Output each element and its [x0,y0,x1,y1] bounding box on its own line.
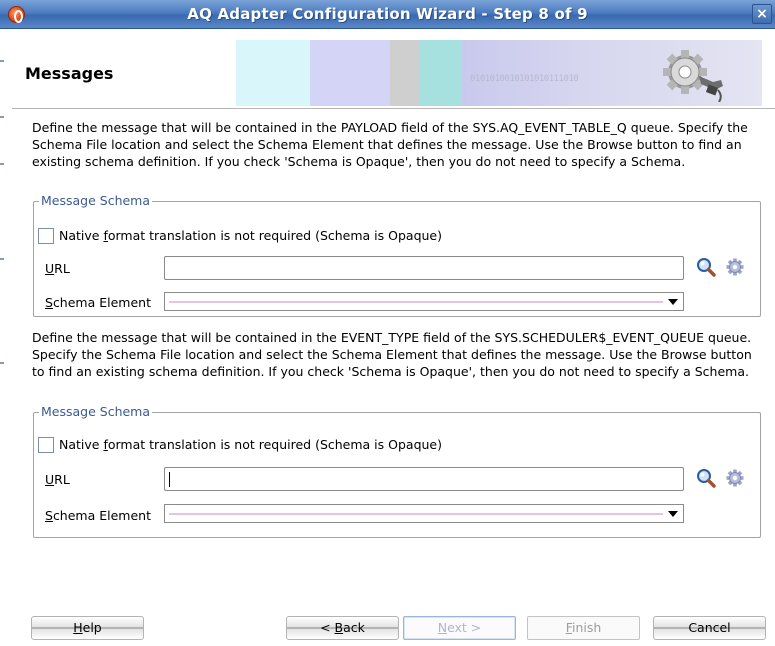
next-button[interactable]: Next > [403,616,516,640]
schema-element-select-2[interactable] [164,504,684,523]
url-label-2: URL [45,472,70,487]
close-icon: × [756,6,768,22]
cancel-button[interactable]: Cancel [653,616,766,640]
message-schema-group-1: Message Schema Native format translation… [33,193,761,317]
finish-button[interactable]: Finish [527,616,640,640]
opaque-checkbox-label-1[interactable]: Native format translation is not require… [59,228,442,243]
schema-element-select-1[interactable] [164,292,684,311]
group-title: Message Schema [39,404,153,419]
close-button[interactable]: × [752,4,772,24]
help-button[interactable]: Help [31,616,144,640]
back-button[interactable]: < Back [286,616,399,640]
binary-decoration: 0101010010101010111010 [470,74,579,84]
schema-element-label-2: Schema Element [45,508,151,523]
search-icon[interactable] [696,468,716,488]
event-type-description: Define the message that will be containe… [32,330,752,379]
window-left-edge [0,29,12,646]
dropdown-arrow-icon[interactable] [668,299,678,305]
opaque-checkbox-label-2[interactable]: Native format translation is not require… [59,437,442,452]
payload-description: Define the message that will be containe… [32,120,748,169]
message-schema-group-2: Message Schema Native format translation… [33,404,761,538]
gear-icon[interactable] [726,469,744,487]
window-title: AQ Adapter Configuration Wizard - Step 8… [187,5,588,23]
header-separator [12,108,775,109]
text-caret [169,472,170,487]
url-input-1[interactable] [164,256,684,280]
opaque-checkbox-2[interactable] [38,437,54,453]
schema-element-label-1: Schema Element [45,295,151,310]
gear-icon[interactable] [726,258,744,276]
page-title: Messages [25,64,114,83]
opaque-checkbox-1[interactable] [38,228,54,244]
title-bar[interactable]: AQ Adapter Configuration Wizard - Step 8… [0,0,775,29]
group-title: Message Schema [39,193,153,208]
url-label-1: URL [45,261,70,276]
search-icon[interactable] [696,257,716,277]
dropdown-arrow-icon[interactable] [668,511,678,517]
url-input-2[interactable] [164,467,684,491]
gear-plug-icon [663,50,723,102]
